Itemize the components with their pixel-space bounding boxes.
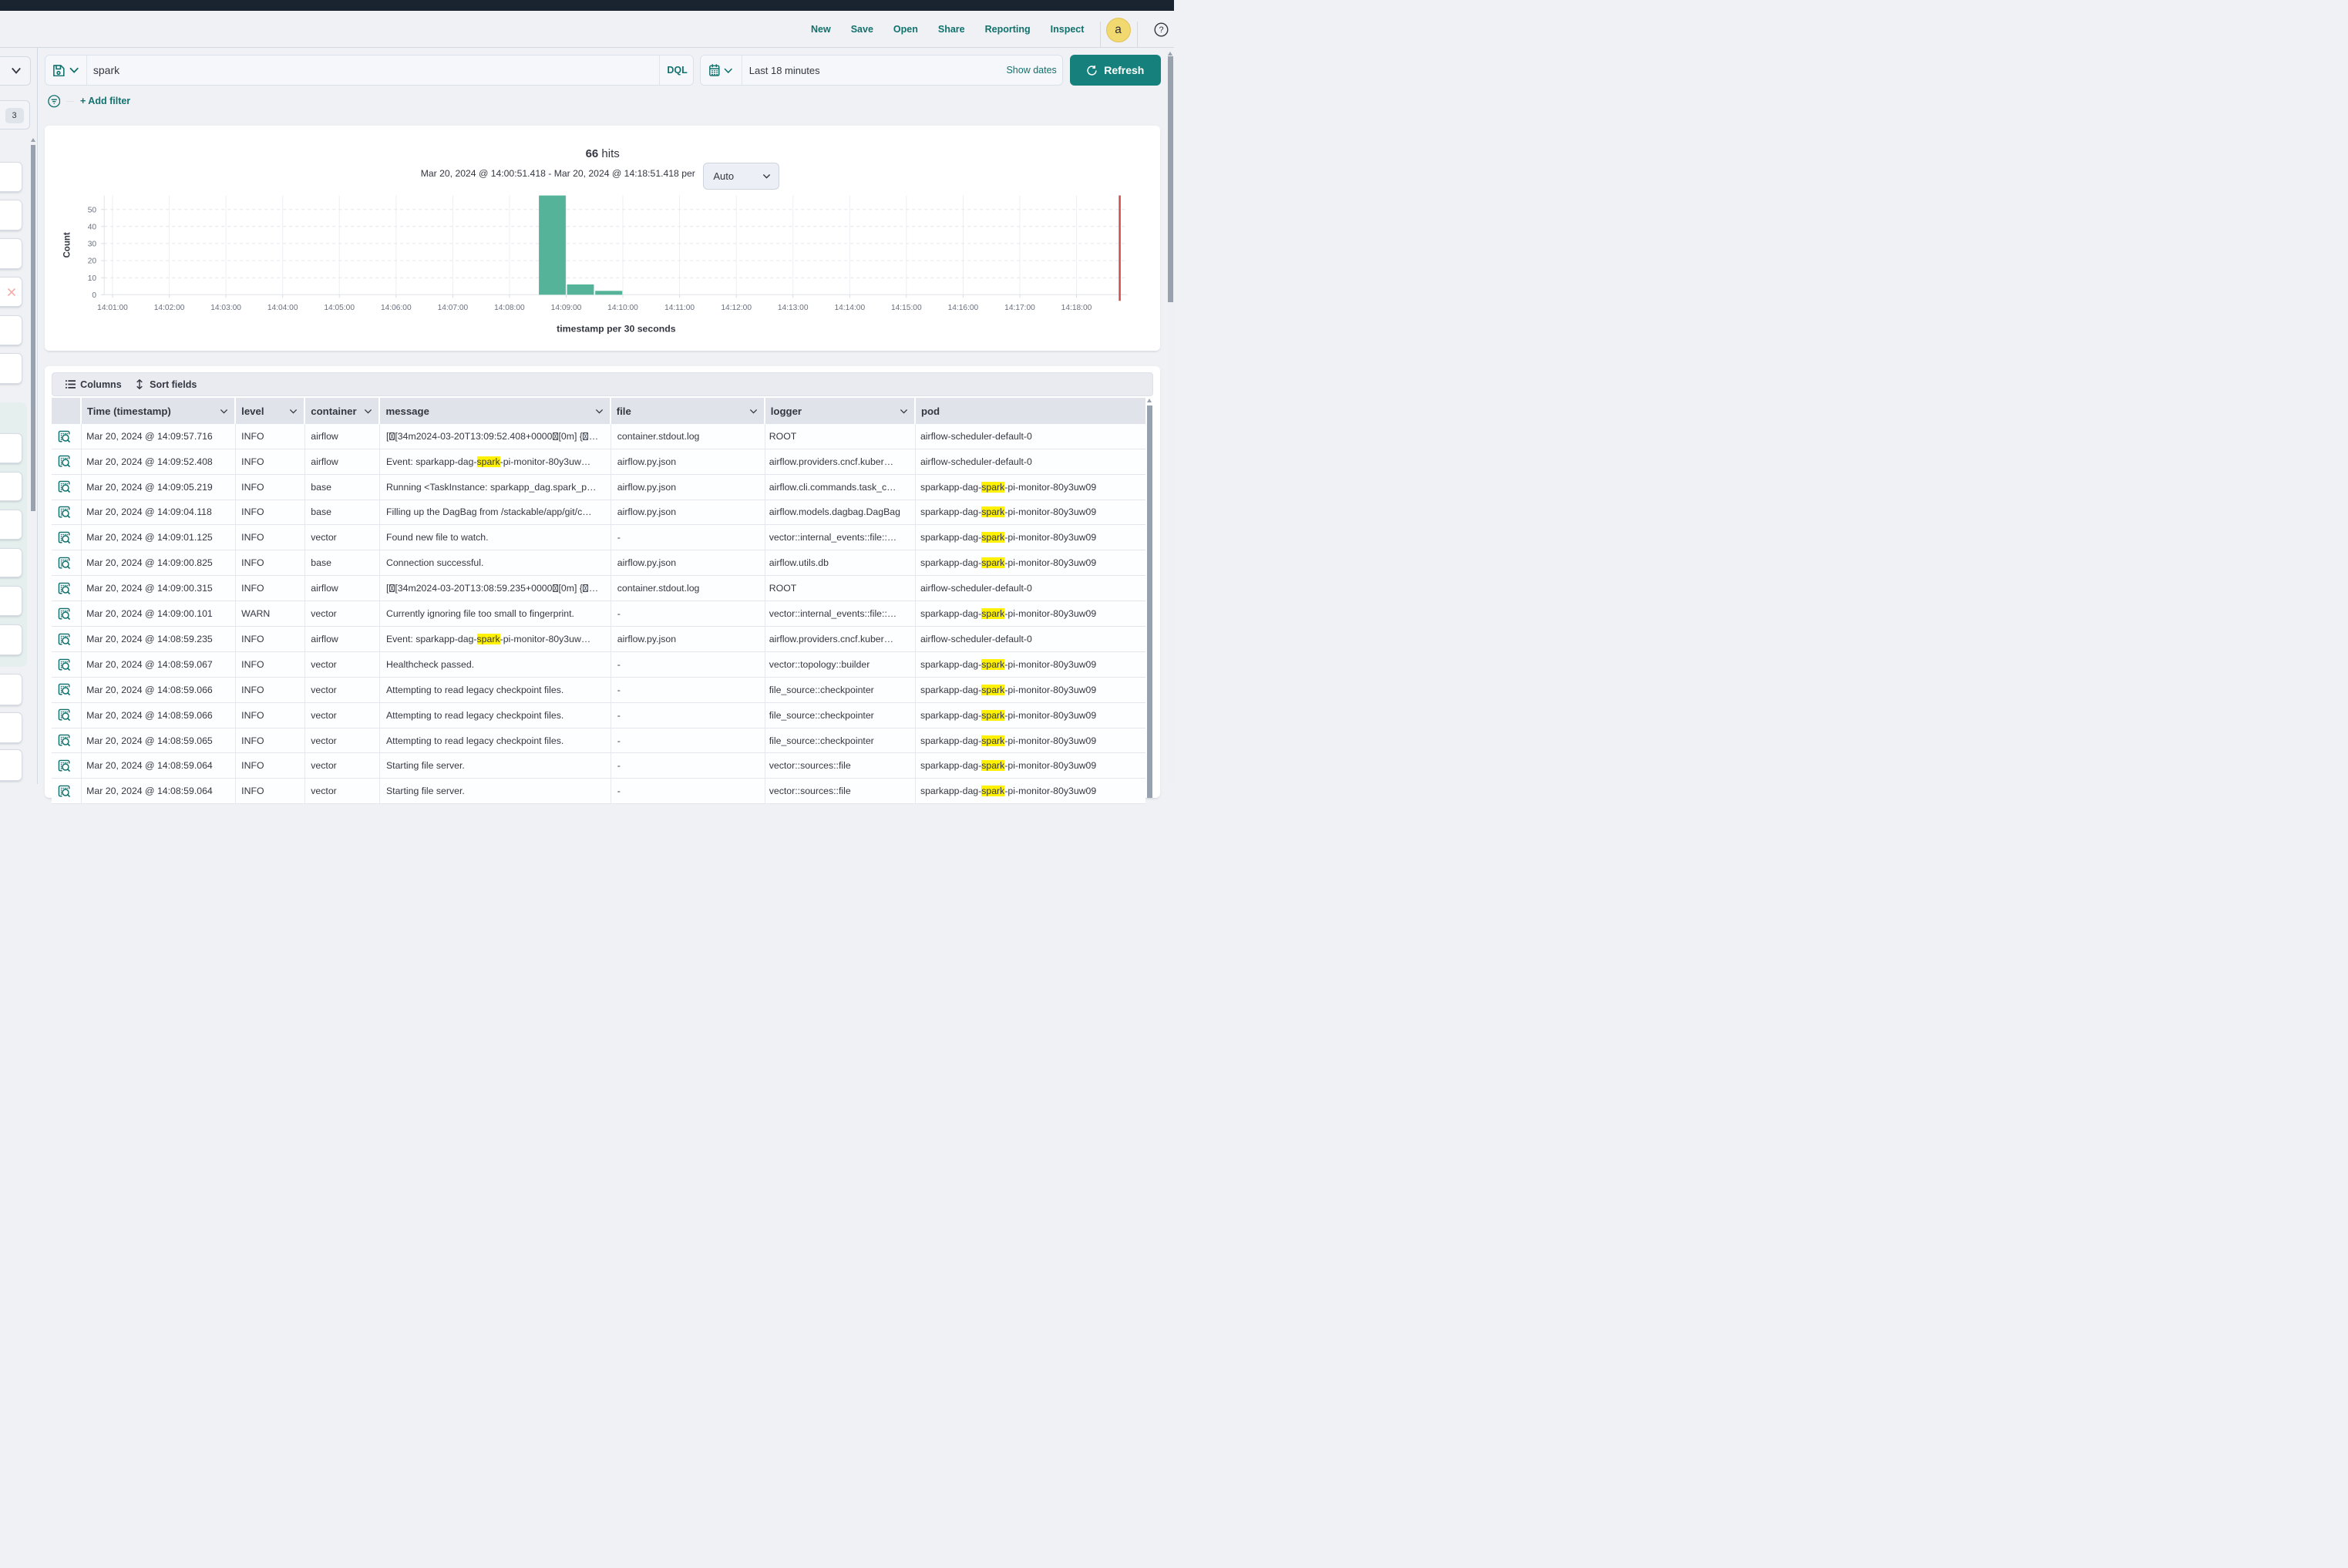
svg-text:14:06:00: 14:06:00 bbox=[381, 304, 412, 312]
svg-text:14:05:00: 14:05:00 bbox=[325, 304, 355, 312]
svg-text:14:15:00: 14:15:00 bbox=[891, 304, 922, 312]
svg-text:14:08:00: 14:08:00 bbox=[494, 304, 525, 312]
svg-text:14:13:00: 14:13:00 bbox=[778, 304, 809, 312]
svg-text:14:17:00: 14:17:00 bbox=[1005, 304, 1036, 312]
svg-text:50: 50 bbox=[88, 206, 97, 214]
svg-text:14:03:00: 14:03:00 bbox=[211, 304, 242, 312]
svg-text:14:02:00: 14:02:00 bbox=[154, 304, 185, 312]
svg-text:14:11:00: 14:11:00 bbox=[665, 304, 695, 312]
svg-text:Count: Count bbox=[63, 232, 72, 257]
svg-text:14:10:00: 14:10:00 bbox=[608, 304, 639, 312]
svg-text:40: 40 bbox=[88, 223, 97, 231]
svg-text:20: 20 bbox=[88, 257, 97, 266]
svg-text:14:12:00: 14:12:00 bbox=[722, 304, 752, 312]
svg-text:14:04:00: 14:04:00 bbox=[267, 304, 298, 312]
svg-text:14:01:00: 14:01:00 bbox=[98, 304, 129, 312]
svg-text:?: ? bbox=[1159, 25, 1163, 35]
svg-text:10: 10 bbox=[88, 274, 97, 283]
svg-text:14:16:00: 14:16:00 bbox=[948, 304, 979, 312]
svg-text:14:18:00: 14:18:00 bbox=[1061, 304, 1092, 312]
svg-text:14:14:00: 14:14:00 bbox=[835, 304, 866, 312]
svg-text:14:07:00: 14:07:00 bbox=[438, 304, 469, 312]
svg-text:14:09:00: 14:09:00 bbox=[551, 304, 582, 312]
svg-text:timestamp per 30 seconds: timestamp per 30 seconds bbox=[557, 323, 677, 334]
svg-text:30: 30 bbox=[88, 241, 97, 249]
svg-text:0: 0 bbox=[93, 291, 97, 300]
